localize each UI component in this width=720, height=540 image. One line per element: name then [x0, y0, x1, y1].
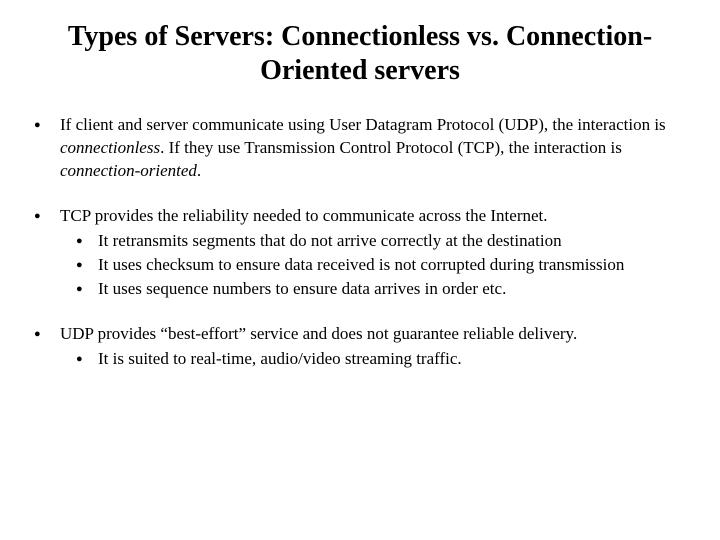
bullet-item: TCP provides the reliability needed to c…	[34, 205, 686, 301]
bullet-item: If client and server communicate using U…	[34, 114, 686, 183]
bullet-text-segment: . If they use Transmission Control Proto…	[160, 138, 622, 157]
sub-bullet-item: It retransmits segments that do not arri…	[60, 230, 686, 253]
sub-bullet-item: It uses checksum to ensure data received…	[60, 254, 686, 277]
bullet-text-segment: .	[197, 161, 201, 180]
slide: Types of Servers: Connectionless vs. Con…	[0, 0, 720, 540]
sub-bullet-list: It retransmits segments that do not arri…	[60, 230, 686, 301]
bullet-text-emphasis: connectionless	[60, 138, 160, 157]
sub-bullet-list: It is suited to real-time, audio/video s…	[60, 348, 686, 371]
bullet-text-segment: If client and server communicate using U…	[60, 115, 666, 134]
bullet-item: UDP provides “best-effort” service and d…	[34, 323, 686, 371]
sub-bullet-item: It is suited to real-time, audio/video s…	[60, 348, 686, 371]
bullet-text: UDP provides “best-effort” service and d…	[60, 324, 577, 343]
bullet-text-emphasis: connection-oriented	[60, 161, 197, 180]
slide-title: Types of Servers: Connectionless vs. Con…	[44, 20, 676, 88]
bullet-list: If client and server communicate using U…	[34, 114, 686, 370]
bullet-text: TCP provides the reliability needed to c…	[60, 206, 548, 225]
sub-bullet-item: It uses sequence numbers to ensure data …	[60, 278, 686, 301]
